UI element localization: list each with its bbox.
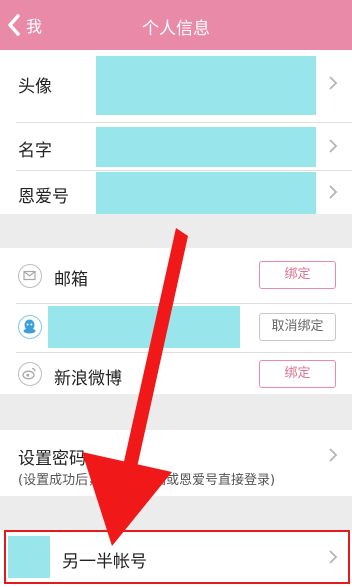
bind-weibo-button[interactable]: 绑定 <box>259 360 336 388</box>
weibo-label: 新浪微博 <box>54 369 122 389</box>
weibo-row: 新浪微博 绑定 <box>0 352 352 394</box>
email-row: 邮箱 绑定 <box>0 248 352 300</box>
enai-label: 恩爱号 <box>18 187 69 207</box>
mail-icon <box>18 264 42 288</box>
chevron-right-icon <box>329 139 338 153</box>
chevron-right-icon <box>329 76 338 90</box>
weibo-icon <box>18 362 42 386</box>
password-label: 设置密码 <box>18 449 86 469</box>
bindings-section: 邮箱 绑定 取消绑定 新浪微博 绑定 <box>0 248 352 394</box>
password-row[interactable]: 设置密码 (设置成功后， 箱或恩爱号直接登录) <box>0 430 352 496</box>
unbind-qq-button[interactable]: 取消绑定 <box>259 313 336 341</box>
password-section: 设置密码 (设置成功后， 箱或恩爱号直接登录) <box>0 430 352 496</box>
name-row[interactable]: 名字 <box>0 122 352 170</box>
bind-email-button[interactable]: 绑定 <box>259 261 336 289</box>
chevron-right-icon <box>329 448 338 462</box>
avatar-row[interactable]: 头像 <box>0 50 352 116</box>
avatar <box>96 56 316 115</box>
email-label: 邮箱 <box>54 270 88 290</box>
page-title: 个人信息 <box>142 19 210 39</box>
avatar-label: 头像 <box>18 77 52 97</box>
qq-account <box>48 306 240 348</box>
chevron-right-icon <box>329 185 338 199</box>
qq-icon <box>18 315 42 339</box>
name-value <box>96 127 316 167</box>
password-note-right: 箱或恩爱号直接登录) <box>153 473 276 488</box>
profile-section: 头像 名字 恩爱号 <box>0 50 352 214</box>
highlight-box <box>4 530 350 584</box>
qq-row: 取消绑定 <box>0 304 352 350</box>
enai-value <box>96 172 316 214</box>
password-note-left: (设置成功后， <box>18 473 102 488</box>
name-label: 名字 <box>18 141 52 161</box>
enai-row[interactable]: 恩爱号 <box>0 170 352 214</box>
top-bar: 我 个人信息 <box>0 0 352 50</box>
